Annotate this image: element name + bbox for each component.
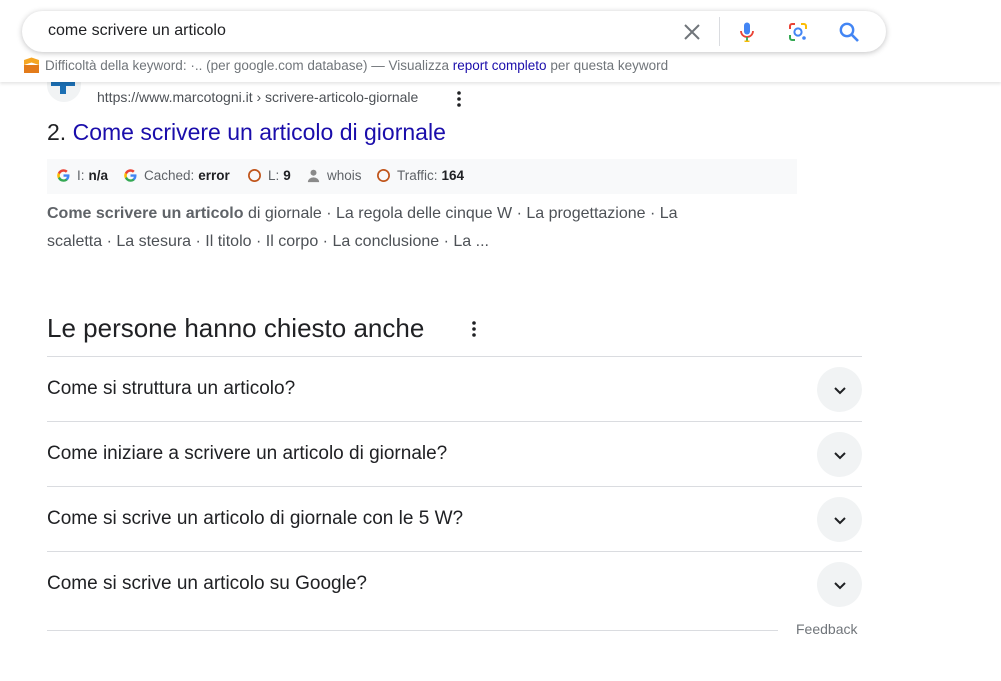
- divider: [719, 17, 720, 46]
- chevron-down-icon: [833, 516, 846, 524]
- person-icon: [307, 169, 320, 183]
- keyword-db: (per google.com database) — Visualizza: [206, 58, 449, 73]
- paa-question-text: Come si scrive un articolo su Google?: [47, 573, 367, 594]
- links-metric[interactable]: L: 9: [247, 168, 291, 183]
- cached-metric[interactable]: Cached: error: [123, 168, 230, 183]
- microphone-icon[interactable]: [735, 20, 759, 44]
- paa-question-item[interactable]: Come iniziare a scrivere un articolo di …: [47, 421, 862, 486]
- result-number: 2.: [47, 119, 67, 145]
- keyword-suffix: per questa keyword: [550, 58, 669, 73]
- expand-button[interactable]: [817, 562, 862, 607]
- seo-metrics-bar: I: n/a Cached: error L: 9 whois Traffic:…: [47, 159, 797, 194]
- circle-metric-icon: [377, 169, 390, 182]
- whois-metric[interactable]: whois: [306, 168, 362, 183]
- people-also-ask-list: Come si struttura un articolo? Come iniz…: [47, 356, 862, 616]
- search-input[interactable]: come scrivere un articolo: [48, 22, 226, 40]
- expand-button[interactable]: [817, 367, 862, 412]
- snippet-line-2: scaletta · La stesura · Il titolo · Il c…: [47, 233, 489, 250]
- snippet-line-1: di giornale · La regola delle cinque W ·…: [243, 205, 678, 222]
- divider: [47, 630, 778, 631]
- google-g-icon: [124, 169, 137, 182]
- keyword-dots: ·..: [190, 58, 203, 73]
- search-icon[interactable]: [837, 20, 861, 44]
- result-snippet: Come scrivere un articolo di giornale · …: [47, 200, 767, 256]
- expand-button[interactable]: [817, 497, 862, 542]
- paa-question-text: Come si struttura un articolo?: [47, 378, 296, 399]
- people-also-ask-heading: Le persone hanno chiesto anche: [47, 313, 425, 343]
- result-url[interactable]: https://www.marcotogni.it › scrivere-art…: [97, 89, 418, 105]
- paa-question-text: Come si scrive un articolo di giornale c…: [47, 508, 464, 529]
- result-title-link[interactable]: Come scrivere un articolo di giornale: [73, 119, 446, 145]
- paa-question-text: Come iniziare a scrivere un articolo di …: [47, 443, 448, 464]
- more-options-icon[interactable]: [470, 320, 478, 338]
- full-report-link[interactable]: report completo: [453, 58, 547, 73]
- keyword-label: Difficoltà della keyword:: [45, 58, 187, 73]
- snippet-bold: Come scrivere un articolo: [47, 205, 244, 222]
- feedback-link[interactable]: Feedback: [796, 621, 857, 637]
- chevron-down-icon: [833, 451, 846, 459]
- circle-metric-icon: [248, 169, 261, 182]
- paa-question-item[interactable]: Come si struttura un articolo?: [47, 356, 862, 421]
- google-g-icon: [57, 169, 70, 182]
- top-bar: come scrivere un articolo Difficoltà del…: [0, 0, 1001, 82]
- traffic-metric[interactable]: Traffic: 164: [376, 168, 464, 183]
- google-lens-icon[interactable]: [786, 20, 810, 44]
- keyword-difficulty-bar: Difficoltà della keyword: ·.. (per googl…: [23, 57, 668, 73]
- index-metric[interactable]: I: n/a: [56, 168, 108, 183]
- seo-extension-logo-icon: [24, 57, 39, 73]
- paa-question-item[interactable]: Come si scrive un articolo di giornale c…: [47, 486, 862, 551]
- chevron-down-icon: [833, 386, 846, 394]
- chevron-down-icon: [833, 581, 846, 589]
- paa-question-item[interactable]: Come si scrive un articolo su Google?: [47, 551, 862, 616]
- result-title[interactable]: 2. Come scrivere un articolo di giornale: [47, 119, 446, 146]
- search-box[interactable]: come scrivere un articolo: [22, 11, 886, 52]
- more-options-icon[interactable]: [455, 90, 463, 108]
- clear-icon[interactable]: [682, 22, 702, 42]
- expand-button[interactable]: [817, 432, 862, 477]
